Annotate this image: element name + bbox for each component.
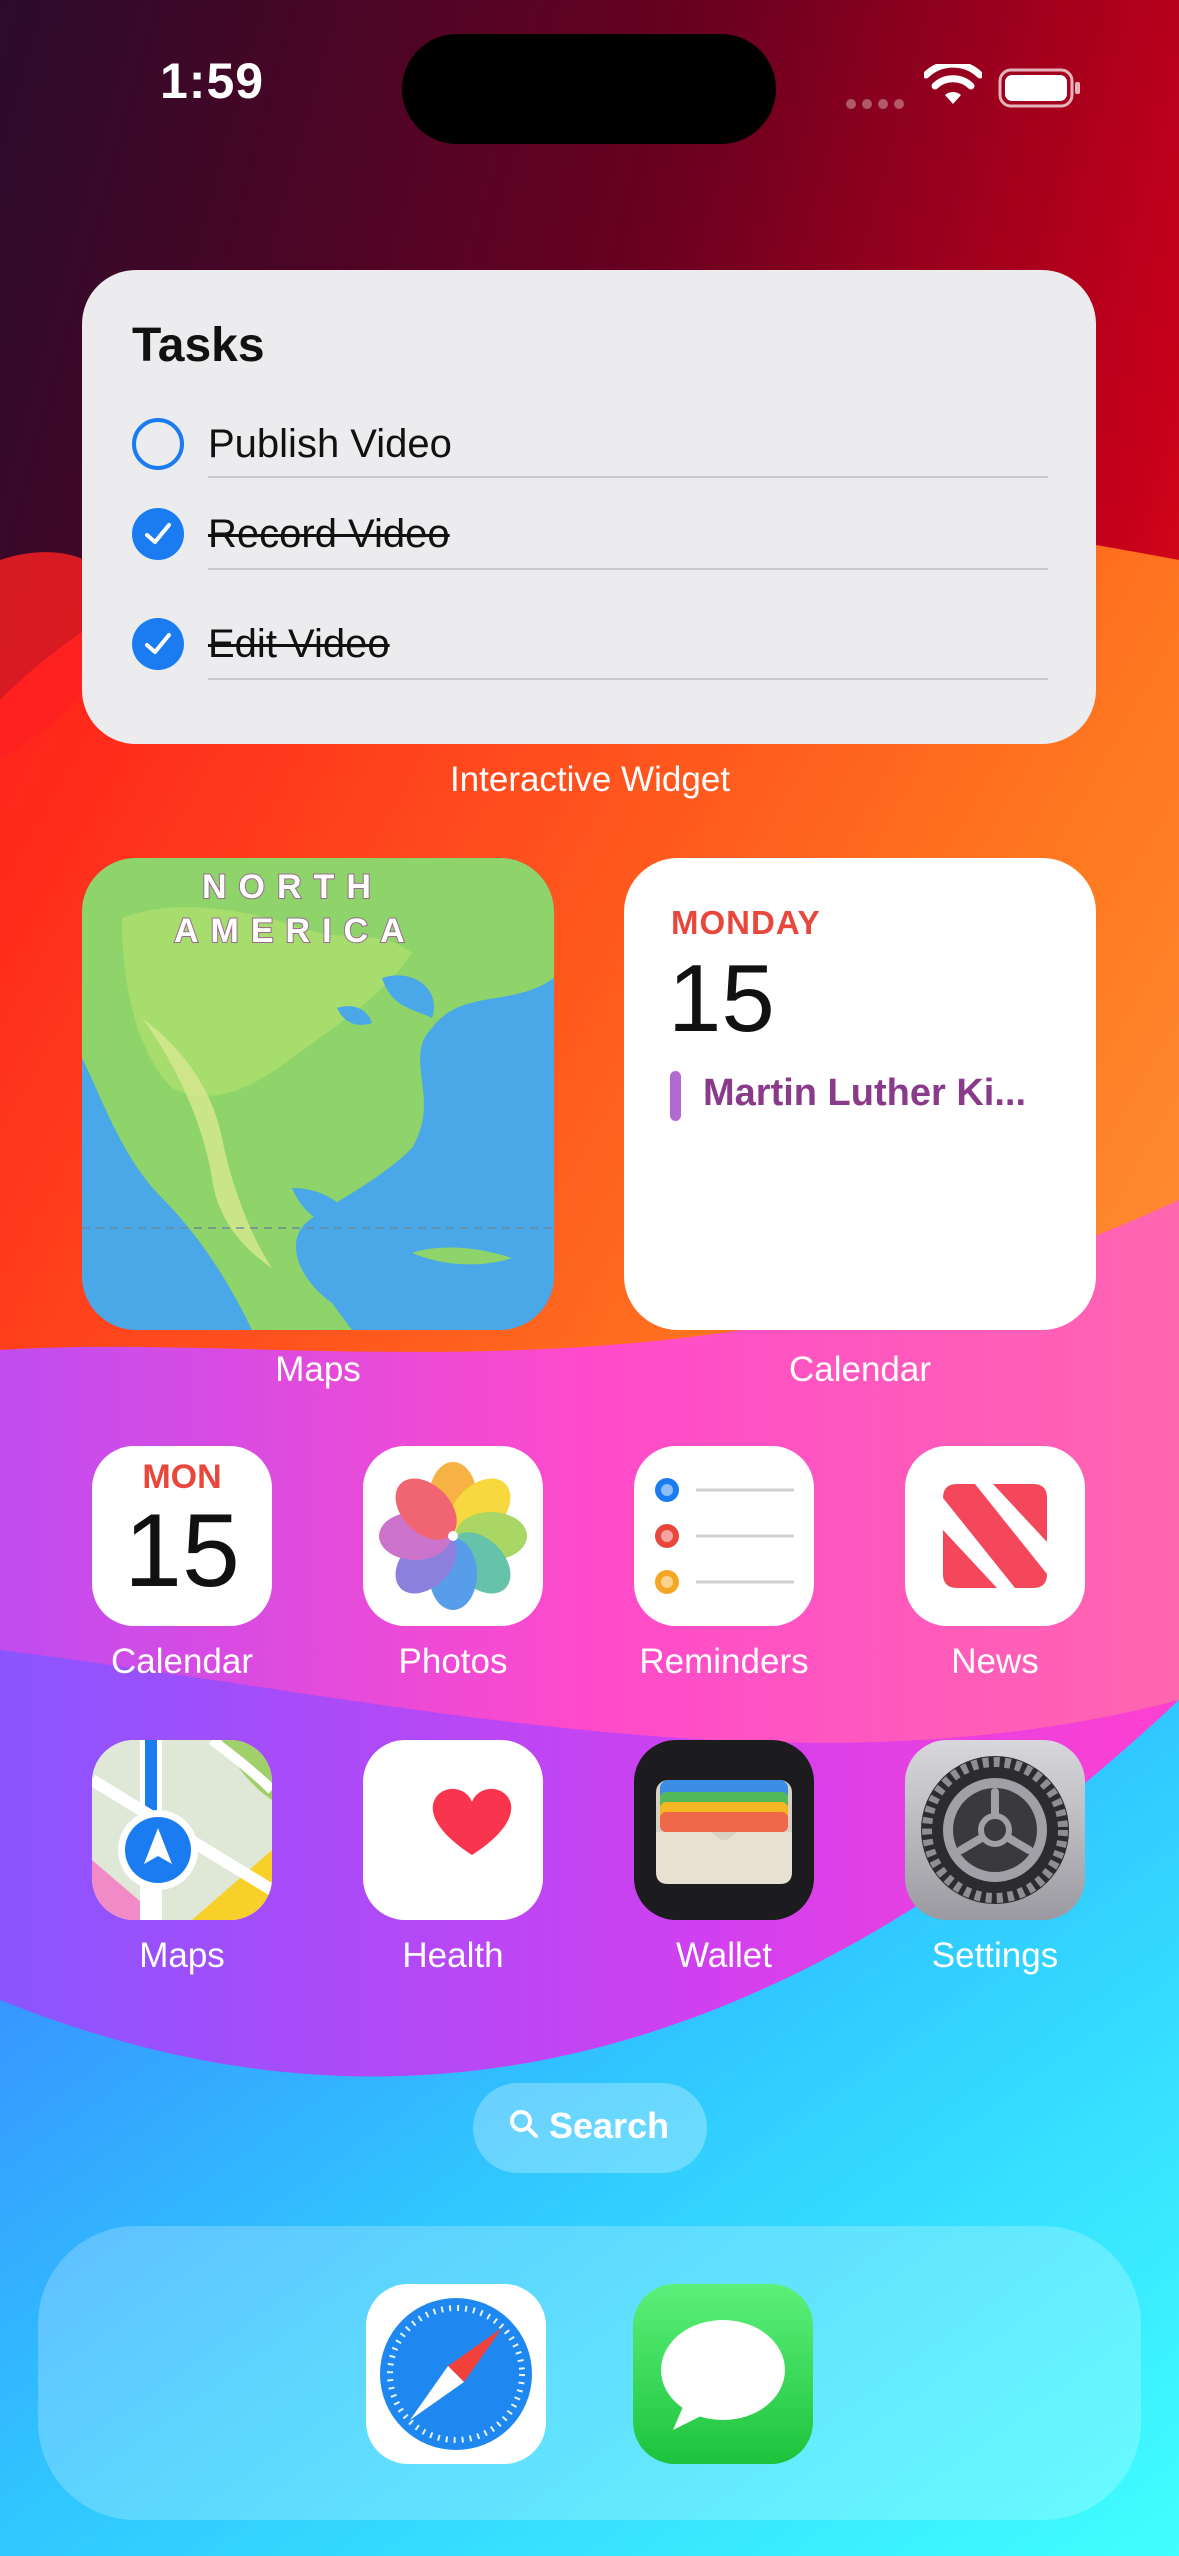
- safari-app-icon[interactable]: [366, 2284, 546, 2464]
- task-row[interactable]: Edit Video: [132, 618, 1048, 708]
- maps-app-glyph-icon: [92, 1740, 272, 1920]
- task-checkbox-checked[interactable]: [132, 508, 184, 560]
- search-label: Search: [549, 2105, 670, 2146]
- app-label: Settings: [931, 1936, 1059, 1975]
- photos-app-icon[interactable]: [363, 1446, 543, 1626]
- app-label: Health: [402, 1936, 504, 1975]
- maps-app-icon[interactable]: [92, 1740, 272, 1920]
- battery-icon: [998, 68, 1080, 108]
- app-label: News: [951, 1642, 1039, 1681]
- gear-icon: [921, 1756, 1069, 1904]
- app-label: Wallet: [676, 1936, 772, 1975]
- task-checkbox-unchecked[interactable]: [132, 418, 184, 470]
- reminders-list-icon: [655, 1478, 794, 1594]
- task-label: Record Video: [208, 512, 450, 556]
- app-label: Calendar: [110, 1642, 254, 1681]
- widget-caption: Maps: [275, 1350, 361, 1389]
- tasks-widget-title: Tasks: [132, 319, 265, 372]
- reminders-app-icon[interactable]: [634, 1446, 814, 1626]
- calendar-icon-date: 15: [124, 1493, 240, 1609]
- checkmark-icon: [145, 633, 171, 654]
- map-region-label: AMERICA: [173, 911, 417, 951]
- wallet-cards-icon: [656, 1780, 792, 1884]
- task-label: Edit Video: [208, 622, 390, 666]
- widget-caption: Calendar: [788, 1350, 932, 1389]
- wifi-icon: [924, 64, 982, 104]
- checkmark-icon: [145, 523, 171, 544]
- news-logo-icon: [943, 1484, 1047, 1588]
- photos-flower-icon: [379, 1462, 527, 1610]
- safari-compass-icon: [380, 2298, 532, 2450]
- calendar-weekday: MONDAY: [671, 904, 821, 941]
- divider: [208, 568, 1048, 570]
- wallet-app-icon[interactable]: [634, 1740, 814, 1920]
- status-time: 1:59: [160, 53, 265, 109]
- map-region-label: NORTH: [201, 867, 383, 907]
- app-label: Reminders: [639, 1642, 809, 1681]
- news-app-icon[interactable]: [905, 1446, 1085, 1626]
- divider: [208, 476, 1048, 478]
- task-checkbox-checked[interactable]: [132, 618, 184, 670]
- speech-bubble-icon: [661, 2320, 785, 2430]
- calendar-event: Martin Luther Ki...: [703, 1072, 1026, 1114]
- event-color-bar: [670, 1071, 681, 1121]
- calendar-date: 15: [668, 945, 775, 1052]
- app-label: Maps: [139, 1936, 225, 1975]
- task-row[interactable]: Publish Video: [132, 418, 1048, 508]
- task-label: Publish Video: [208, 422, 452, 466]
- dock: [38, 2226, 1141, 2520]
- settings-app-icon[interactable]: [905, 1740, 1085, 1920]
- search-icon: [510, 2110, 538, 2138]
- health-app-icon[interactable]: [363, 1740, 543, 1920]
- search-button[interactable]: Search: [473, 2083, 707, 2173]
- messages-app-icon[interactable]: [633, 2284, 813, 2464]
- app-label: Photos: [398, 1642, 508, 1681]
- heart-icon: [432, 1788, 512, 1855]
- divider: [208, 678, 1048, 680]
- cellular-signal-icon: [846, 96, 910, 114]
- widget-caption: Interactive Widget: [449, 760, 731, 799]
- maps-widget[interactable]: NORTH AMERICA: [82, 858, 554, 1330]
- calendar-app-icon[interactable]: MON 15: [92, 1446, 272, 1626]
- dynamic-island: [402, 34, 776, 144]
- task-row[interactable]: Record Video: [132, 508, 1048, 598]
